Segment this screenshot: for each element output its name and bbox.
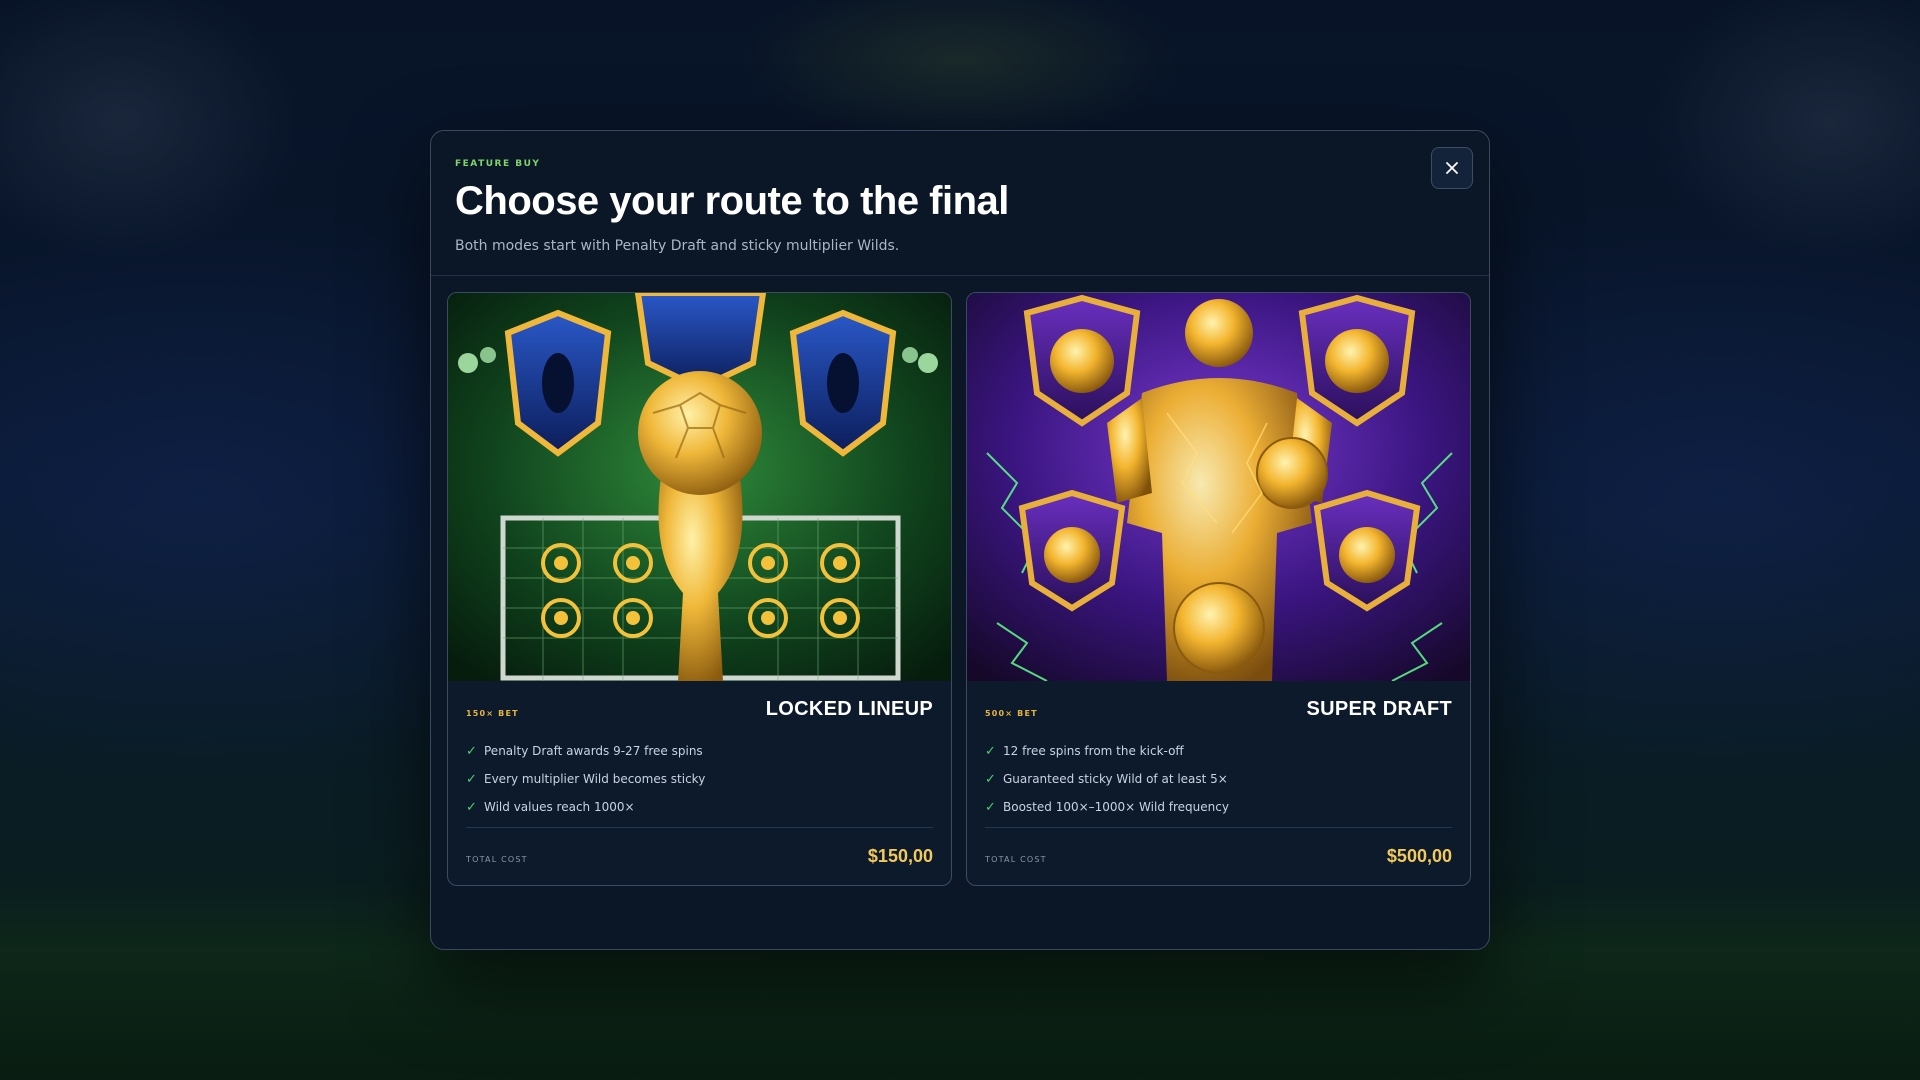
feature-item: ✓ Wild values reach 1000×	[466, 793, 933, 821]
feature-item: ✓ 12 free spins from the kick-off	[985, 737, 1452, 765]
card-footer: TOTAL COST $150,00	[466, 827, 933, 885]
feature-item: ✓ Every multiplier Wild becomes sticky	[466, 765, 933, 793]
check-icon: ✓	[466, 799, 477, 815]
close-button[interactable]	[1431, 147, 1473, 189]
mode-title: SUPER DRAFT	[1306, 697, 1452, 720]
modal-title: Choose your route to the final	[455, 179, 1009, 223]
bet-multiplier-tag: 500× BET	[985, 708, 1038, 718]
feature-list: ✓ Penalty Draft awards 9-27 free spins ✓ E…	[466, 737, 933, 821]
feature-text: Penalty Draft awards 9-27 free spins	[484, 744, 703, 758]
feature-text: Guaranteed sticky Wild of at least 5×	[1003, 772, 1228, 786]
feature-text: Wild values reach 1000×	[484, 800, 635, 814]
mode-title: LOCKED LINEUP	[765, 697, 933, 720]
total-cost-label: TOTAL COST	[466, 855, 528, 864]
close-icon	[1446, 162, 1458, 174]
mode-cards: 150× BET LOCKED LINEUP ✓ Penalty Draft aw…	[431, 276, 1489, 886]
card-footer: TOTAL COST $500,00	[985, 827, 1452, 885]
check-icon: ✓	[466, 771, 477, 787]
total-cost-value: $500,00	[1386, 846, 1452, 866]
feature-text: Boosted 100×–1000× Wild frequency	[1003, 800, 1229, 814]
total-cost-value: $150,00	[867, 846, 933, 866]
bet-multiplier-tag: 150× BET	[466, 708, 519, 718]
modal-eyebrow: FEATURE BUY	[455, 159, 541, 169]
feature-item: ✓ Penalty Draft awards 9-27 free spins	[466, 737, 933, 765]
feature-text: 12 free spins from the kick-off	[1003, 744, 1184, 758]
locked-lineup-artwork	[448, 293, 951, 681]
total-cost-label: TOTAL COST	[985, 855, 1047, 864]
check-icon: ✓	[985, 771, 996, 787]
modal-subtitle: Both modes start with Penalty Draft and …	[455, 238, 900, 254]
feature-buy-modal: FEATURE BUY Choose your route to the fin…	[430, 130, 1490, 950]
feature-item: ✓ Guaranteed sticky Wild of at least 5×	[985, 765, 1452, 793]
feature-item: ✓ Boosted 100×–1000× Wild frequency	[985, 793, 1452, 821]
modal-header: FEATURE BUY Choose your route to the fin…	[431, 131, 1489, 276]
feature-text: Every multiplier Wild becomes sticky	[484, 772, 706, 786]
check-icon: ✓	[985, 799, 996, 815]
mode-card-locked-lineup[interactable]: 150× BET LOCKED LINEUP ✓ Penalty Draft aw…	[447, 292, 952, 886]
check-icon: ✓	[985, 743, 996, 759]
check-icon: ✓	[466, 743, 477, 759]
super-draft-artwork	[967, 293, 1470, 681]
mode-card-super-draft[interactable]: 500× BET SUPER DRAFT ✓ 12 free spins from…	[966, 292, 1471, 886]
feature-list: ✓ 12 free spins from the kick-off ✓ Guaran…	[985, 737, 1452, 821]
